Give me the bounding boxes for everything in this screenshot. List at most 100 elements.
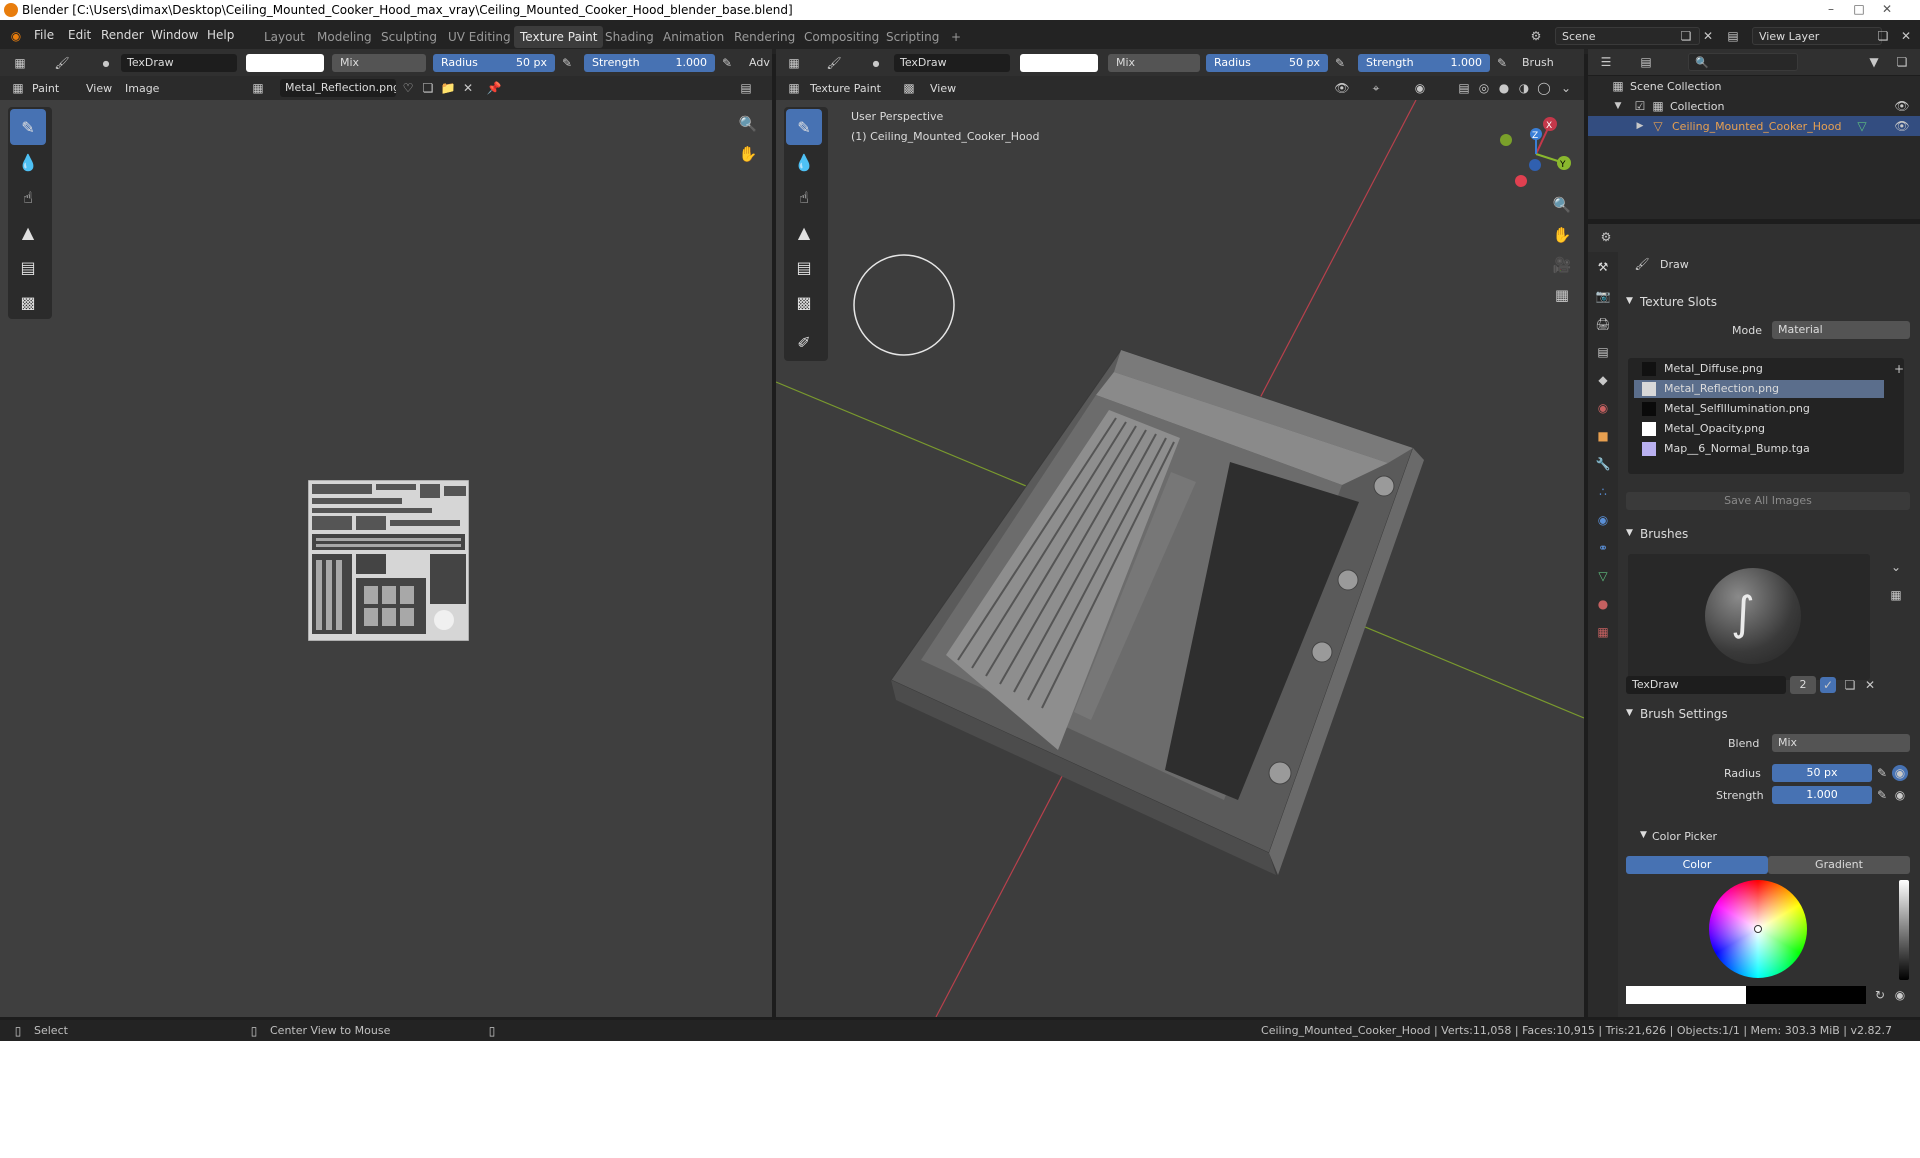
tab-scripting[interactable]: Scripting [880, 26, 945, 48]
maximize-icon[interactable]: □ [1846, 0, 1872, 18]
paint-mode-dropdown[interactable]: Paint [32, 82, 59, 95]
menu-edit[interactable]: Edit [68, 28, 91, 42]
scene-icon[interactable]: ⚙ [1528, 28, 1544, 44]
particles-tab-icon[interactable]: ∴ [1595, 484, 1611, 500]
mode-dropdown-props[interactable]: Material [1772, 321, 1910, 339]
unlink-image-icon[interactable]: ✕ [460, 80, 476, 96]
image-menu[interactable]: Image [125, 82, 159, 95]
physics-tab-icon[interactable]: ◉ [1595, 512, 1611, 528]
fake-user-icon[interactable]: ♡ [400, 80, 416, 96]
minimize-icon[interactable]: – [1818, 0, 1844, 18]
blend-dropdown[interactable]: Mix [332, 54, 426, 72]
3d-viewport[interactable]: X Y Z ✎ 💧 ☝ ▲ ▤ ▩ ✐ User Perspective (1)… [776, 100, 1584, 1017]
primary-color-swatch[interactable] [1626, 986, 1746, 1004]
viewport-view-menu[interactable]: View [930, 82, 956, 95]
texture-slots-collapse-icon[interactable]: ▼ [1626, 296, 1633, 306]
camera-view-icon[interactable]: 🎥 [1553, 256, 1572, 274]
display-channels-icon[interactable]: ▤ [738, 80, 754, 96]
texture-slot-item[interactable]: Metal_Opacity.png [1634, 420, 1884, 438]
clone-tool-icon[interactable]: ▲ [10, 214, 46, 250]
smear-tool-icon[interactable]: ☝ [10, 179, 46, 215]
zoom-icon[interactable]: 🔍 [739, 115, 758, 133]
viewport-strength-pressure-icon[interactable]: ✎ [1494, 55, 1510, 71]
gizmo-toggle-icon[interactable]: ⌖ [1368, 80, 1384, 96]
mask-toggle-icon[interactable]: ▩ [901, 80, 917, 96]
unlink-brush-icon[interactable]: ✕ [1862, 677, 1878, 693]
color-wheel[interactable] [1709, 880, 1807, 978]
blender-menu-icon[interactable]: ◉ [8, 28, 24, 44]
viewport-mask-tool-icon[interactable]: ▩ [786, 284, 822, 320]
tab-rendering[interactable]: Rendering [728, 26, 801, 48]
radius-slider[interactable]: Radius 50 px [433, 54, 555, 72]
value-slider[interactable] [1899, 880, 1909, 980]
viewport-blend-dropdown[interactable]: Mix [1108, 54, 1200, 72]
color-tab[interactable]: Color [1626, 856, 1768, 874]
material-tab-icon[interactable]: ● [1595, 596, 1611, 612]
open-image-icon[interactable]: 📁 [440, 80, 456, 96]
view-layer-tab-icon[interactable]: ▤ [1595, 344, 1611, 360]
data-tab-icon[interactable]: ▽ [1595, 568, 1611, 584]
tool-tab-icon[interactable]: ⚒ [1595, 259, 1611, 275]
shading-options-icon[interactable]: ⌄ [1558, 80, 1574, 96]
tab-uv-editing[interactable]: UV Editing [442, 26, 517, 48]
image-browse-icon[interactable]: ▦ [250, 80, 266, 96]
delete-view-layer-icon[interactable]: ✕ [1898, 28, 1914, 44]
scene-collection-label[interactable]: Scene Collection [1630, 80, 1721, 93]
strength-slider[interactable]: Strength 1.000 [584, 54, 715, 72]
properties-editor-type-icon[interactable]: ⚙ [1598, 229, 1614, 245]
fake-user-shield-icon[interactable]: ✓ [1820, 677, 1836, 693]
texture-paint-mode-icon[interactable]: ▦ [786, 80, 802, 96]
mode-dropdown[interactable]: Texture Paint [810, 82, 881, 95]
close-icon[interactable]: ✕ [1874, 0, 1900, 18]
viewport-fill-tool-icon[interactable]: ▤ [786, 249, 822, 285]
strength-pressure-icon[interactable]: ✎ [719, 55, 735, 71]
tab-compositing[interactable]: Compositing [798, 26, 885, 48]
new-image-icon[interactable]: ❏ [420, 80, 436, 96]
viewport-brush-name-field[interactable]: TexDraw [894, 54, 1010, 72]
annotate-tool-icon[interactable]: ✐ [786, 324, 822, 360]
viewport-pressure-icon[interactable]: ✎ [1332, 55, 1348, 71]
brush-name-props-field[interactable]: TexDraw [1626, 676, 1786, 694]
viewport-clone-tool-icon[interactable]: ▲ [786, 214, 822, 250]
overlays-icon[interactable]: ◉ [1412, 80, 1428, 96]
texture-slot-item[interactable]: Map__6_Normal_Bump.tga [1634, 440, 1884, 458]
object-tab-icon[interactable]: ■ [1595, 428, 1611, 444]
texture-slot-item[interactable]: Metal_Diffuse.png [1634, 360, 1884, 378]
brush-settings-collapse-icon[interactable]: ▼ [1626, 708, 1633, 718]
radius-unit-icon[interactable]: ◉ [1892, 765, 1908, 781]
menu-help[interactable]: Help [207, 28, 234, 42]
swap-colors-icon[interactable]: ↻ [1872, 987, 1888, 1003]
collection-label[interactable]: Collection [1670, 100, 1724, 113]
tab-texture-paint[interactable]: Texture Paint [514, 26, 604, 48]
advanced-menu[interactable]: Adv [749, 56, 770, 69]
viewport-draw-tool-icon[interactable]: ✎ [786, 109, 822, 145]
output-tab-icon[interactable]: 🖨 [1595, 316, 1611, 332]
texture-slots-header[interactable]: Texture Slots [1640, 295, 1717, 309]
brush-list-dropdown-icon[interactable]: ⌄ [1888, 559, 1904, 575]
texture-slot-item[interactable]: Metal_SelfIllumination.png [1634, 400, 1884, 418]
material-shading-icon[interactable]: ◑ [1516, 80, 1532, 96]
color-unit-icon[interactable]: ◉ [1892, 987, 1908, 1003]
brush-color-swatch[interactable] [246, 54, 324, 72]
world-tab-icon[interactable]: ◉ [1595, 400, 1611, 416]
outliner-search-input[interactable]: 🔍 [1688, 53, 1798, 71]
color-wheel-cursor[interactable] [1754, 925, 1762, 933]
object-visibility-icon[interactable]: 👁 [1894, 118, 1910, 134]
tab-layout[interactable]: Layout [258, 26, 311, 48]
new-scene-icon[interactable]: ❏ [1678, 28, 1694, 44]
color-picker-collapse-icon[interactable]: ▼ [1640, 830, 1647, 840]
tab-modeling[interactable]: Modeling [311, 26, 378, 48]
image-editor-view-menu[interactable]: View [86, 82, 112, 95]
color-picker-header[interactable]: Color Picker [1652, 830, 1717, 843]
texture-tab-icon[interactable]: ▦ [1595, 624, 1611, 640]
constraints-tab-icon[interactable]: ⚭ [1595, 540, 1611, 556]
pin-icon[interactable]: 📌 [486, 80, 502, 96]
new-collection-icon[interactable]: ❏ [1894, 54, 1910, 70]
editor-type-icon[interactable]: ▦ [12, 55, 28, 71]
render-tab-icon[interactable]: 📷 [1595, 288, 1611, 304]
collapse-arrow-icon[interactable]: ▼ [1610, 98, 1626, 114]
expand-arrow-icon[interactable]: ▶ [1632, 118, 1648, 134]
display-mode-icon[interactable]: ▤ [1638, 54, 1654, 70]
viewport-strength-slider[interactable]: Strength 1.000 [1358, 54, 1490, 72]
radius-slider-props[interactable]: 50 px [1772, 764, 1872, 782]
